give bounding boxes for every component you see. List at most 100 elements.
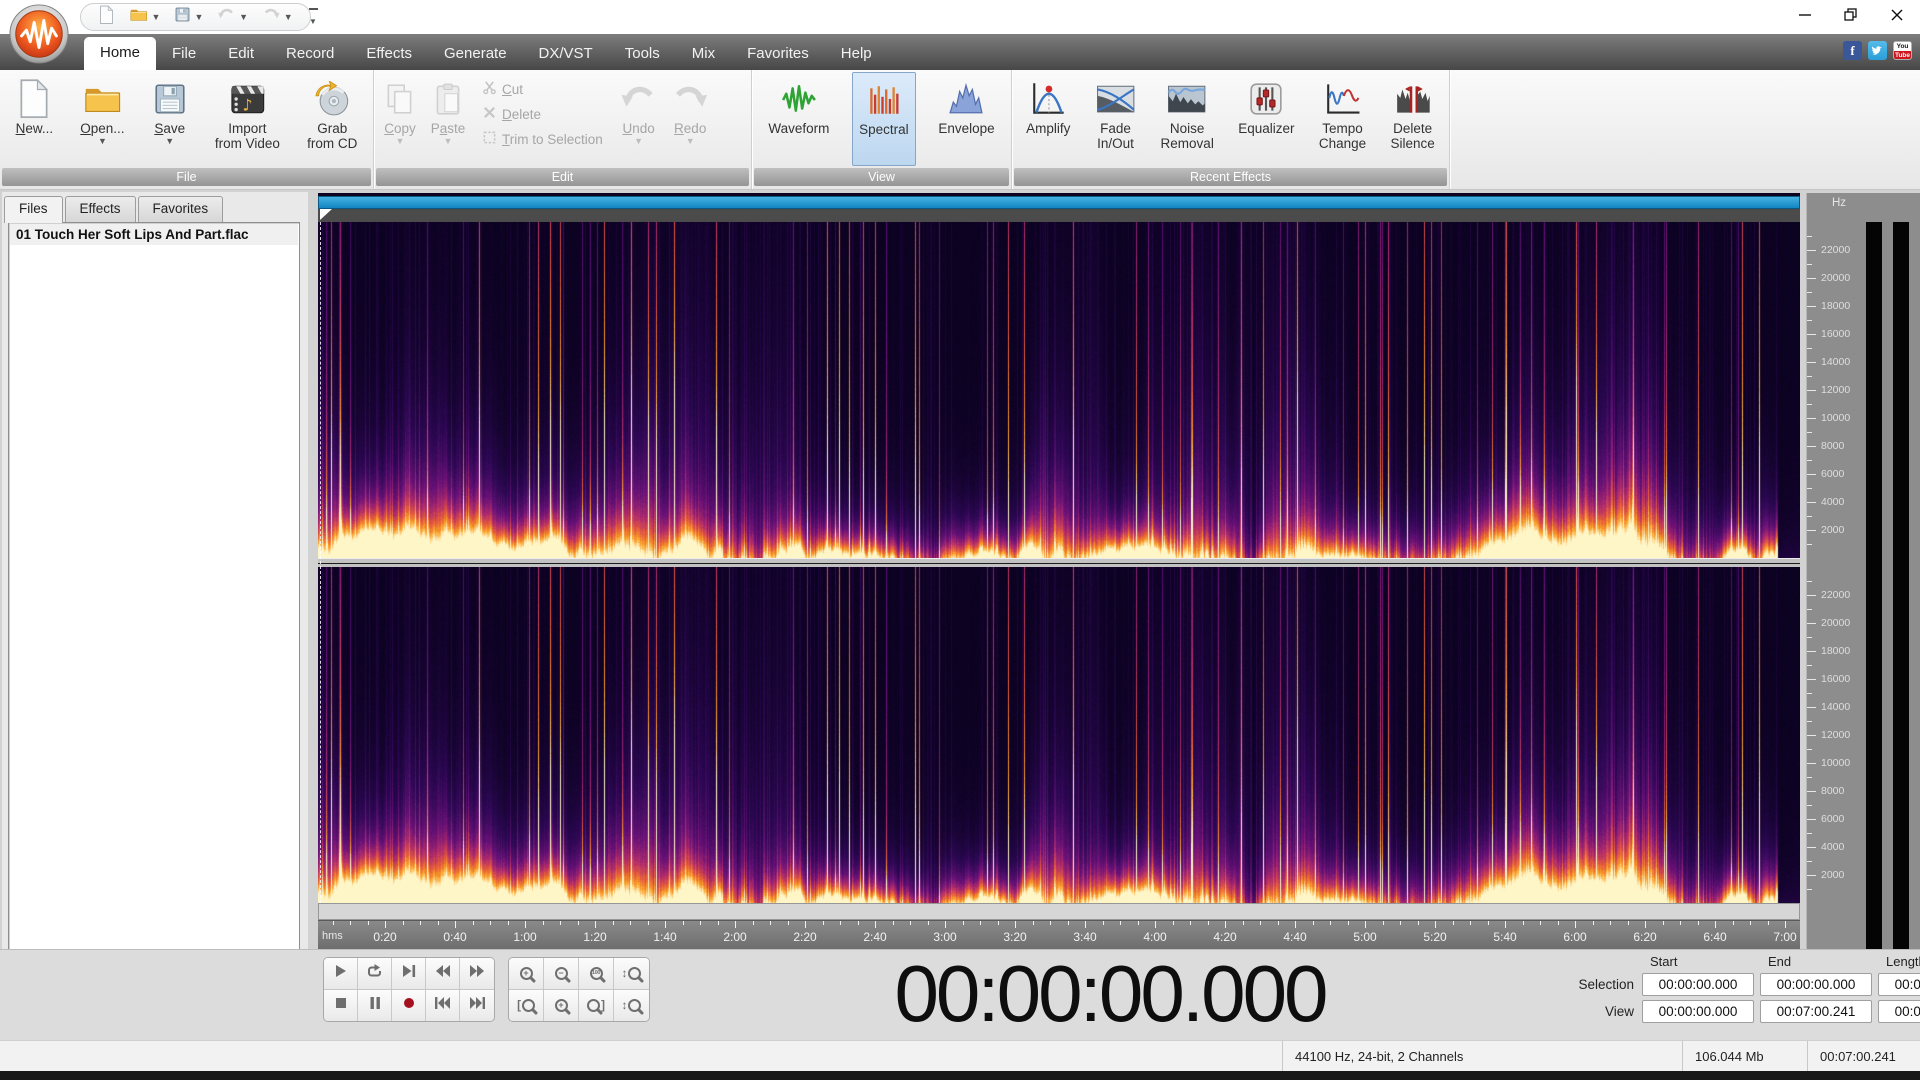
play-next-button[interactable]	[392, 958, 426, 989]
open-folder-button[interactable]: ▼	[122, 4, 167, 30]
magnifier-icon: +	[519, 967, 533, 980]
timeline-tick-label: 2:20	[793, 930, 817, 944]
zoom-selection-end-button[interactable]: ]	[579, 990, 614, 1021]
prefix-glyph: ↕	[621, 967, 628, 980]
file-list[interactable]: 01 Touch Her Soft Lips And Part.flac	[8, 222, 300, 1036]
tempo-change-button[interactable]: Tempo Change	[1313, 72, 1372, 166]
play-position-marker-icon[interactable]	[320, 209, 332, 220]
minimize-button[interactable]	[1782, 0, 1828, 30]
spectrogram-channel-2[interactable]	[318, 567, 1800, 903]
zoom-out-button[interactable]: −	[544, 958, 579, 989]
skip-to-start-button[interactable]	[426, 990, 460, 1021]
menu-tab-home[interactable]: Home	[84, 37, 157, 70]
open-button[interactable]: Open... ▼	[74, 72, 130, 166]
menu-tab-edit[interactable]: Edit	[212, 38, 270, 70]
timeline-minor-tick	[648, 921, 649, 925]
redo-button[interactable]: ▼	[255, 4, 300, 30]
spectrogram-channel-1[interactable]	[318, 222, 1800, 558]
youtube-icon[interactable]: You Tube	[1893, 41, 1912, 60]
frequency-tick	[1807, 847, 1816, 848]
zoom-selection-button[interactable]: +	[544, 990, 579, 1021]
save-button[interactable]: Save ▼	[146, 72, 194, 166]
magnifier-glass-icon: +	[519, 967, 533, 980]
grab-from-cd-button[interactable]: Grab from CD	[301, 72, 363, 166]
frequency-tick	[1807, 749, 1812, 750]
view-length-field[interactable]: 00:07:00.241	[1878, 1000, 1920, 1023]
customize-quick-access-button[interactable]: ▼	[305, 8, 321, 29]
frequency-tick	[1807, 595, 1816, 596]
frequency-ruler: Hz 22000 20000 18000 16000 14000 12000 10000 80…	[1806, 193, 1920, 1049]
file-list-item[interactable]: 01 Touch Her Soft Lips And Part.flac	[10, 224, 298, 245]
app-logo-button[interactable]	[8, 3, 70, 65]
twitter-icon[interactable]	[1868, 41, 1887, 60]
undo-button[interactable]: ▼	[210, 4, 255, 30]
sidebar-tab-favorites[interactable]: Favorites	[137, 196, 224, 223]
menu-tab-generate[interactable]: Generate	[428, 38, 523, 70]
spectral-button[interactable]: Spectral	[852, 72, 916, 166]
timeline-tick-label: 0:20	[373, 930, 397, 944]
fade-in-out-button[interactable]: Fade In/Out	[1089, 72, 1142, 166]
frequency-tick	[1807, 264, 1812, 265]
rewind-button[interactable]	[426, 958, 460, 989]
cut-button: Cut	[482, 80, 603, 98]
save-button[interactable]: ▼	[167, 4, 210, 30]
view-end-field[interactable]: 00:07:00.241	[1760, 1000, 1872, 1023]
facebook-icon[interactable]: f	[1843, 41, 1862, 60]
restore-button[interactable]	[1828, 0, 1874, 30]
menu-tab-file[interactable]: File	[156, 38, 212, 70]
timeline-minor-tick	[438, 921, 439, 925]
waveform-button[interactable]: Waveform	[762, 72, 835, 166]
zoom-vertical-out-button[interactable]: ↕	[614, 990, 649, 1021]
zoom-selection-start-button[interactable]: [	[509, 990, 544, 1021]
pause-button[interactable]	[358, 990, 392, 1021]
undo-icon	[217, 7, 236, 27]
horizontal-scroll-strip[interactable]	[318, 903, 1800, 920]
frequency-tick	[1807, 348, 1812, 349]
zoom-in-button[interactable]: +	[509, 958, 544, 989]
timeline-minor-tick	[1243, 921, 1244, 925]
equalizer-button[interactable]: Equalizer	[1232, 72, 1300, 166]
loop-button[interactable]	[358, 958, 392, 989]
overview-position-bar[interactable]	[318, 196, 1800, 209]
selection-length-field[interactable]: 00:00:00.000	[1878, 973, 1920, 996]
menu-tab-record[interactable]: Record	[270, 38, 350, 70]
button-label: Delete Silence	[1390, 121, 1435, 151]
fast-forward-button[interactable]	[460, 958, 494, 989]
import-from-video-button[interactable]: ♪ Import from Video	[209, 72, 286, 166]
skip-to-end-button[interactable]	[460, 990, 494, 1021]
selection-start-field[interactable]: 00:00:00.000	[1642, 973, 1754, 996]
new-button[interactable]: New...	[10, 72, 60, 166]
view-start-field[interactable]: 00:00:00.000	[1642, 1000, 1754, 1023]
close-button[interactable]	[1874, 0, 1920, 30]
menu-tab-dxvst[interactable]: DX/VST	[523, 38, 609, 70]
timeline-major-tick	[1785, 921, 1786, 928]
play-button[interactable]	[324, 958, 358, 989]
menu-tab-help[interactable]: Help	[825, 38, 888, 70]
envelope-button[interactable]: Envelope	[932, 72, 1000, 166]
stop-button[interactable]	[324, 990, 358, 1021]
timeline-ruler[interactable]: hms 0:20 0:40 1:00 1:20 1:40 2:00 2:20 2:40 3:00…	[318, 920, 1800, 949]
frequency-tick-label: 20000	[1821, 617, 1851, 629]
menu-tab-mix[interactable]: Mix	[676, 38, 731, 70]
column-header-start: Start	[1650, 954, 1678, 969]
menu-tab-effects[interactable]: Effects	[350, 38, 428, 70]
noise-removal-button[interactable]: Noise Removal	[1155, 72, 1220, 166]
zoom-vertical-in-button[interactable]: ↕	[614, 958, 649, 989]
menu-tab-favorites[interactable]: Favorites	[731, 38, 825, 70]
sidebar-tab-effects[interactable]: Effects	[64, 196, 136, 223]
frequency-tick	[1807, 376, 1812, 377]
selection-end-field[interactable]: 00:00:00.000	[1760, 973, 1872, 996]
zoom-100-button[interactable]: 100	[579, 958, 614, 989]
menu-tab-tools[interactable]: Tools	[609, 38, 676, 70]
position-marker-strip[interactable]	[318, 209, 1800, 222]
sidebar-tab-files[interactable]: Files	[4, 196, 63, 223]
channel-splitter[interactable]	[318, 558, 1800, 567]
new-document-button[interactable]	[91, 4, 122, 30]
amplify-button[interactable]: Amplify	[1020, 72, 1076, 166]
chevron-down-icon: ▼	[443, 136, 453, 146]
redo-button: Redo ▼	[664, 72, 716, 166]
timeline-minor-tick	[1068, 921, 1069, 925]
timeline-tick-label: 6:40	[1703, 930, 1727, 944]
record-button[interactable]	[392, 990, 426, 1021]
delete-silence-button[interactable]: Delete Silence	[1384, 72, 1440, 166]
